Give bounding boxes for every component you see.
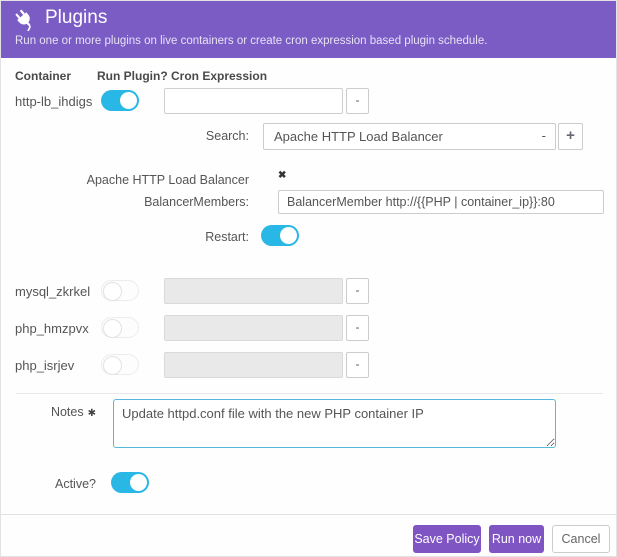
remove-plugin-icon[interactable]: ✖ — [278, 170, 286, 181]
active-label: Active? — [55, 477, 96, 491]
run-plugin-toggle[interactable] — [101, 354, 139, 375]
required-asterisk-icon: ✱ — [87, 408, 96, 419]
column-header-cron-expression: Cron Expression — [171, 69, 268, 83]
container-row-php-hmzpvx: php_hmzpvx - — [1, 315, 616, 343]
run-plugin-toggle[interactable] — [101, 90, 139, 111]
column-header-run-plugin: Run Plugin? — [97, 69, 168, 83]
cron-dropdown-button[interactable]: - — [346, 352, 369, 378]
selected-plugin-value: Apache HTTP Load Balancer — [274, 129, 443, 144]
cancel-button[interactable]: Cancel — [552, 525, 610, 553]
plug-icon — [14, 9, 36, 36]
restart-toggle[interactable] — [261, 225, 299, 246]
restart-label: Restart: — [205, 230, 249, 244]
cron-dropdown-button[interactable]: - — [346, 278, 369, 304]
notes-label: Notes ✱ — [50, 405, 96, 419]
divider — [16, 393, 603, 394]
container-row-mysql: mysql_zkrkel - — [1, 278, 616, 306]
cron-expression-input[interactable] — [164, 88, 343, 114]
notes-textarea[interactable]: Update httpd.conf file with the new PHP … — [113, 399, 556, 448]
divider — [1, 514, 616, 515]
container-name: mysql_zkrkel — [15, 284, 91, 299]
container-row-php-isrjev: php_isrjev - — [1, 352, 616, 380]
balancer-members-label: BalancerMembers: — [144, 195, 249, 209]
selected-plugin-name: Apache HTTP Load Balancer — [86, 173, 249, 187]
save-policy-button[interactable]: Save Policy — [413, 525, 481, 553]
cron-expression-input — [164, 315, 343, 341]
run-plugin-toggle[interactable] — [101, 280, 139, 301]
active-toggle[interactable] — [111, 472, 149, 493]
balancer-members-input[interactable] — [278, 190, 604, 214]
container-name: php_hmzpvx — [15, 321, 89, 336]
plugins-panel: Plugins Run one or more plugins on live … — [0, 0, 617, 557]
plugin-search-select[interactable]: Apache HTTP Load Balancer - — [263, 123, 556, 150]
run-now-button[interactable]: Run now — [489, 525, 544, 553]
cron-dropdown-button[interactable]: - — [346, 88, 369, 114]
cron-expression-input — [164, 352, 343, 378]
panel-header: Plugins Run one or more plugins on live … — [1, 1, 616, 58]
add-plugin-button[interactable]: + — [558, 123, 583, 150]
cron-expression-input — [164, 278, 343, 304]
run-plugin-toggle[interactable] — [101, 317, 139, 338]
container-name: http-lb_ihdigs — [15, 94, 93, 109]
container-name: php_isrjev — [15, 358, 75, 373]
column-header-container: Container — [15, 69, 72, 83]
cron-dropdown-button[interactable]: - — [346, 315, 369, 341]
chevron-down-icon: - — [541, 128, 546, 143]
search-label: Search: — [205, 129, 249, 143]
page-subtitle: Run one or more plugins on live containe… — [15, 35, 488, 47]
page-title: Plugins — [45, 7, 108, 28]
container-row-http-lb: http-lb_ihdigs - — [1, 88, 616, 116]
